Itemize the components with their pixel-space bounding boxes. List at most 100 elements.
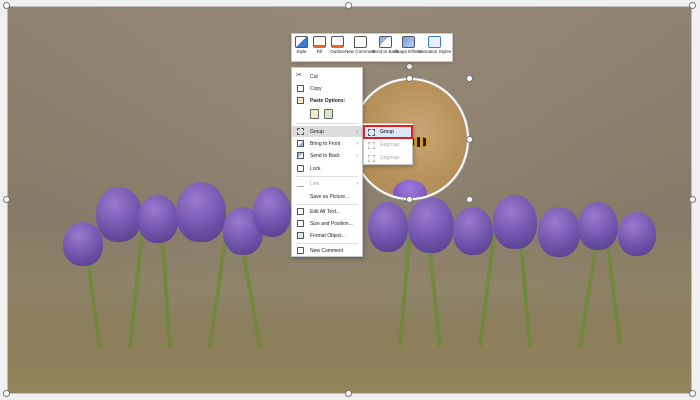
resize-handle[interactable] — [406, 196, 413, 203]
copy-icon — [297, 85, 304, 92]
resize-handle[interactable] — [345, 390, 352, 397]
paste-picture-icon[interactable] — [324, 109, 333, 119]
group-submenu: Group Regroup Ungroup — [363, 123, 413, 165]
menu-item-group[interactable]: Group › — [292, 126, 362, 137]
photo-ground — [8, 298, 691, 393]
menu-item-send-to-back[interactable]: Send to Back › — [292, 150, 362, 161]
menu-separator — [296, 123, 358, 124]
resize-handle[interactable] — [689, 196, 696, 203]
submenu-item-group[interactable]: Group — [363, 125, 413, 139]
menu-separator — [296, 176, 358, 177]
menu-item-label: Paste Options: — [310, 97, 346, 104]
resize-handle[interactable] — [3, 2, 10, 9]
resize-handle[interactable] — [406, 75, 413, 82]
style-label: Style — [296, 49, 307, 54]
resize-handle[interactable] — [3, 390, 10, 397]
resize-handle[interactable] — [466, 75, 473, 82]
new-comment-button[interactable]: New Comment — [345, 36, 375, 54]
lock-icon — [297, 165, 304, 172]
menu-item-copy[interactable]: Copy — [292, 83, 362, 94]
menu-item-link: Link › — [292, 178, 362, 189]
crocus-flower — [538, 207, 580, 257]
crocus-flower — [408, 197, 454, 253]
ungroup-icon — [368, 154, 375, 162]
menu-item-label: Link — [310, 180, 320, 187]
menu-item-cut[interactable]: Cut — [292, 71, 362, 82]
menu-item-label: Format Object... — [310, 232, 346, 239]
save-picture-icon — [297, 193, 304, 200]
menu-item-bring-to-front[interactable]: Bring to Front › — [292, 138, 362, 149]
paste-keep-formatting-icon[interactable] — [310, 109, 319, 119]
resize-handle[interactable] — [466, 196, 473, 203]
outline-button[interactable]: Outline — [330, 36, 345, 54]
menu-item-edit-alt-text[interactable]: Edit Alt Text... — [292, 206, 362, 217]
crocus-flower — [493, 195, 537, 249]
outline-label: Outline — [330, 49, 345, 54]
chevron-right-icon: › — [356, 128, 358, 135]
resize-handle[interactable] — [689, 2, 696, 9]
bee-image — [411, 137, 429, 147]
crocus-flower — [176, 182, 226, 242]
menu-item-label: New Comment — [310, 247, 344, 254]
fill-icon — [313, 36, 326, 48]
outline-icon — [331, 36, 344, 48]
chevron-right-icon: › — [356, 152, 358, 159]
comment-icon — [353, 36, 367, 48]
send-to-back-button[interactable]: Send to Back — [371, 36, 399, 54]
menu-separator — [296, 243, 358, 244]
menu-item-label: Bring to Front — [310, 140, 341, 147]
menu-item-label: Save as Picture... — [310, 193, 350, 200]
bring-to-front-icon — [297, 140, 304, 147]
chevron-right-icon: › — [356, 180, 358, 187]
send-to-back-icon — [378, 36, 392, 48]
group-icon — [368, 128, 375, 136]
crocus-flower — [618, 212, 656, 256]
group-icon — [297, 128, 304, 135]
menu-item-label: Edit Alt Text... — [310, 208, 341, 215]
rotate-handle[interactable] — [406, 63, 413, 70]
menu-item-size-and-position[interactable]: Size and Position... — [292, 218, 362, 229]
menu-item-label: Cut — [310, 73, 318, 80]
fill-button[interactable]: Fill — [312, 36, 327, 54]
resize-handle[interactable] — [689, 390, 696, 397]
shape-effects-button[interactable]: Shape Effects — [394, 36, 422, 54]
menu-item-label: Send to Back — [310, 152, 340, 159]
menu-item-label: Lock — [310, 165, 321, 172]
menu-item-paste-options: Paste Options: — [292, 95, 362, 106]
crocus-flower — [138, 195, 178, 243]
submenu-item-regroup: Regroup — [364, 139, 412, 151]
menu-item-lock[interactable]: Lock — [292, 163, 362, 174]
send-to-back-icon — [297, 152, 304, 159]
submenu-item-label: Ungroup — [380, 155, 400, 161]
submenu-item-label: Regroup — [380, 142, 400, 148]
menu-separator — [296, 204, 358, 205]
alt-text-icon — [297, 208, 304, 215]
crocus-flower — [96, 187, 142, 242]
crocus-flower — [453, 207, 493, 255]
menu-item-label: Group — [310, 128, 324, 135]
shape-effects-icon — [401, 36, 415, 48]
animation-styles-label: Animation Styles — [416, 49, 452, 54]
menu-item-format-object[interactable]: Format Object... — [292, 230, 362, 241]
mini-toolbar: Style Fill Outline New Comment Send to B… — [291, 33, 453, 62]
crocus-flower — [368, 202, 408, 252]
menu-item-label: Copy — [310, 85, 322, 92]
chevron-right-icon: › — [356, 140, 358, 147]
resize-handle[interactable] — [466, 136, 473, 143]
style-icon — [295, 36, 308, 48]
menu-item-new-comment[interactable]: New Comment — [292, 245, 362, 256]
context-menu: Cut Copy Paste Options: Group › Bring to… — [291, 67, 363, 257]
animation-icon — [427, 36, 441, 48]
menu-item-save-as-picture[interactable]: Save as Picture... — [292, 191, 362, 202]
animation-styles-button[interactable]: Animation Styles — [417, 36, 451, 54]
style-button[interactable]: Style — [294, 36, 309, 54]
crocus-flower — [253, 187, 291, 237]
resize-handle[interactable] — [345, 2, 352, 9]
size-position-icon — [297, 220, 304, 227]
submenu-item-label: Group — [380, 129, 394, 135]
regroup-icon — [368, 141, 375, 149]
paste-icon — [297, 97, 304, 104]
submenu-item-ungroup: Ungroup — [364, 152, 412, 164]
resize-handle[interactable] — [3, 196, 10, 203]
link-icon — [297, 180, 304, 187]
